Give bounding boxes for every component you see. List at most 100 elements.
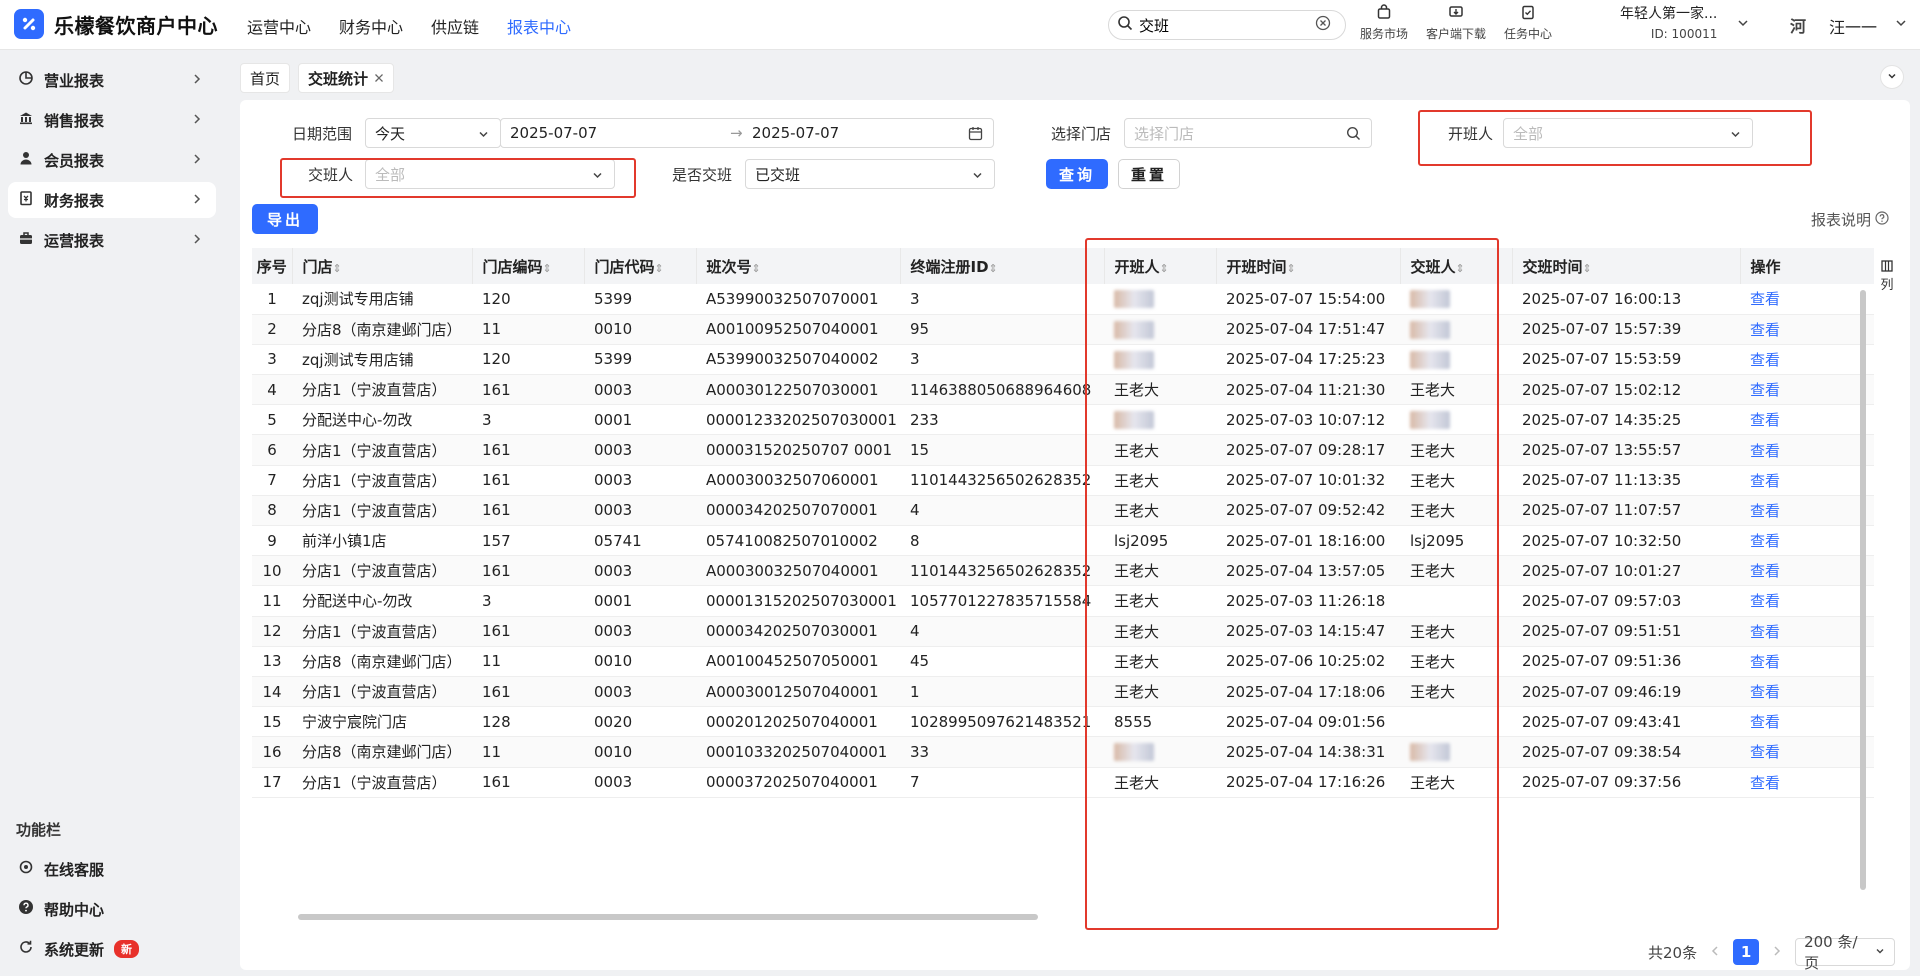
sidebar-item-finance-report[interactable]: 财务报表 <box>8 182 216 218</box>
view-link[interactable]: 查看 <box>1740 434 1874 466</box>
date-range-picker[interactable]: 2025-07-07 → 2025-07-07 <box>500 118 994 148</box>
sidebar-item-member-report[interactable]: 会员报表 <box>8 142 216 178</box>
view-link[interactable]: 查看 <box>1740 344 1874 376</box>
service-market-button[interactable]: 服务市场 <box>1360 4 1408 42</box>
opener-select[interactable]: 全部 <box>1503 118 1753 148</box>
table-cell: zqj测试专用店铺 <box>292 344 472 376</box>
top-nav-ops[interactable]: 运营中心 <box>247 14 311 38</box>
sidebar-item-system-update[interactable]: 系统更新 新 <box>8 931 216 967</box>
table-header-cell[interactable]: 门店编码⇕ <box>472 248 585 284</box>
query-button[interactable]: 查询 <box>1046 159 1108 189</box>
sort-icon[interactable]: ⇕ <box>752 262 761 275</box>
global-search-input[interactable] <box>1139 16 1309 34</box>
username[interactable]: 汪一一 <box>1829 14 1877 38</box>
table-cell: 2025-07-04 09:01:56 <box>1216 706 1400 738</box>
account-id: ID: 100011 <box>1650 27 1718 41</box>
prev-page-icon[interactable] <box>1709 943 1721 961</box>
view-link[interactable]: 查看 <box>1740 555 1874 587</box>
next-page-icon[interactable] <box>1771 943 1783 961</box>
table-header-cell[interactable]: 开班时间⇕ <box>1216 248 1401 284</box>
sidebar-item-business-report[interactable]: 营业报表 <box>8 62 216 98</box>
date-start[interactable]: 2025-07-07 <box>510 124 730 142</box>
horizontal-scrollbar[interactable] <box>298 914 1038 920</box>
table-cell: 2025-07-01 18:16:00 <box>1216 525 1400 557</box>
view-link[interactable]: 查看 <box>1740 646 1874 677</box>
view-link[interactable]: 查看 <box>1740 585 1874 617</box>
page-number-current[interactable]: 1 <box>1733 939 1760 965</box>
top-nav-reports[interactable]: 报表中心 <box>507 14 571 38</box>
sort-icon[interactable]: ⇕ <box>1583 262 1592 275</box>
view-link[interactable]: 查看 <box>1740 525 1874 557</box>
table-header-cell[interactable]: 交班人⇕ <box>1400 248 1513 284</box>
view-link[interactable]: 查看 <box>1740 767 1874 798</box>
new-badge: 新 <box>114 940 140 958</box>
sort-icon[interactable]: ⇕ <box>989 262 998 275</box>
calendar-icon[interactable] <box>968 126 983 145</box>
table-cell: 161 <box>472 767 584 798</box>
date-preset-select[interactable]: 今天 <box>365 118 501 148</box>
sort-icon[interactable]: ⇕ <box>655 262 664 275</box>
top-nav-supply[interactable]: 供应链 <box>431 14 479 38</box>
table-cell: lsj2095 <box>1400 525 1512 557</box>
table-header-cell[interactable]: 门店代码⇕ <box>584 248 697 284</box>
sort-icon[interactable]: ⇕ <box>1456 262 1465 275</box>
table-header-cell[interactable]: 交班时间⇕ <box>1512 248 1741 284</box>
sidebar-item-help-center[interactable]: 帮助中心 <box>8 891 216 927</box>
view-link[interactable]: 查看 <box>1740 314 1874 345</box>
sidebar-item-online-service[interactable]: 在线客服 <box>8 851 216 887</box>
tab-home[interactable]: 首页 <box>240 63 291 93</box>
store-select[interactable]: 选择门店 <box>1124 118 1372 148</box>
sort-icon[interactable]: ⇕ <box>1287 262 1296 275</box>
column-settings-button[interactable]: 列 <box>1877 260 1897 294</box>
view-link[interactable]: 查看 <box>1740 404 1874 436</box>
sidebar-item-sales-report[interactable]: 销售报表 <box>8 102 216 138</box>
tabs-collapse-button[interactable] <box>1880 65 1904 89</box>
sort-icon[interactable]: ⇕ <box>543 262 552 275</box>
handed-select[interactable]: 已交班 <box>745 159 995 189</box>
client-download-button[interactable]: 客户端下载 <box>1426 4 1486 42</box>
sort-icon[interactable]: ⇕ <box>333 262 342 275</box>
table-cell: 057410082507010002 <box>696 525 900 557</box>
sort-icon[interactable]: ⇕ <box>1160 262 1169 275</box>
table-cell: 13 <box>252 646 292 677</box>
date-end[interactable]: 2025-07-07 <box>752 124 839 142</box>
top-nav-finance[interactable]: 财务中心 <box>339 14 403 38</box>
view-link[interactable]: 查看 <box>1740 736 1874 768</box>
chevron-down-icon[interactable] <box>1736 16 1750 34</box>
view-link[interactable]: 查看 <box>1740 616 1874 647</box>
clear-icon[interactable] <box>1315 15 1331 35</box>
close-icon[interactable] <box>374 69 384 87</box>
handover-select[interactable]: 全部 <box>365 159 615 189</box>
table-cell: 0003 <box>584 767 696 798</box>
table-header-cell[interactable]: 门店⇕ <box>292 248 473 284</box>
view-link[interactable]: 查看 <box>1740 465 1874 496</box>
chevron-right-icon <box>190 72 204 90</box>
table-header-cell[interactable]: 班次号⇕ <box>696 248 901 284</box>
chevron-down-icon[interactable] <box>1894 16 1908 34</box>
table-cell: 分店1（宁波直营店） <box>292 616 472 647</box>
page-size-select[interactable]: 200 条/页 <box>1795 933 1896 972</box>
view-link[interactable]: 查看 <box>1740 284 1874 315</box>
table-header-cell[interactable]: 终端注册ID⇕ <box>900 248 1105 284</box>
table-cell: 王老大 <box>1104 555 1216 587</box>
reset-button[interactable]: 重置 <box>1118 159 1180 189</box>
vertical-scrollbar[interactable] <box>1860 290 1866 890</box>
table-cell: 11 <box>472 736 584 768</box>
table-cell: 161 <box>472 676 584 708</box>
task-center-button[interactable]: 任务中心 <box>1504 4 1552 42</box>
view-link[interactable]: 查看 <box>1740 676 1874 708</box>
view-link[interactable]: 查看 <box>1740 706 1874 738</box>
table-header-cell[interactable]: 开班人⇕ <box>1104 248 1217 284</box>
tab-handover-stats[interactable]: 交班统计 <box>298 63 395 93</box>
sidebar-item-operation-report[interactable]: 运营报表 <box>8 222 216 258</box>
table-cell: 2025-07-07 09:43:41 <box>1512 706 1740 738</box>
report-help-link[interactable]: 报表说明 <box>1811 209 1889 230</box>
avatar[interactable]: 河 <box>1790 13 1812 36</box>
export-button[interactable]: 导出 <box>252 204 318 234</box>
view-link[interactable]: 查看 <box>1740 374 1874 406</box>
data-table-wrapper[interactable]: 序号 门店⇕ 门店编码⇕ 门店代码⇕ 班次号⇕ 终端注册ID⇕ 开班人⇕ 开班时间⇕ 交班人⇕ 交… <box>252 248 1874 920</box>
app-logo[interactable]: 乐檬餐饮商户中心 <box>14 9 218 39</box>
account-switcher[interactable]: 年轻人第一家... ID: 100011 <box>1620 4 1717 44</box>
view-link[interactable]: 查看 <box>1740 495 1874 527</box>
table-cell: 4 <box>252 374 292 406</box>
